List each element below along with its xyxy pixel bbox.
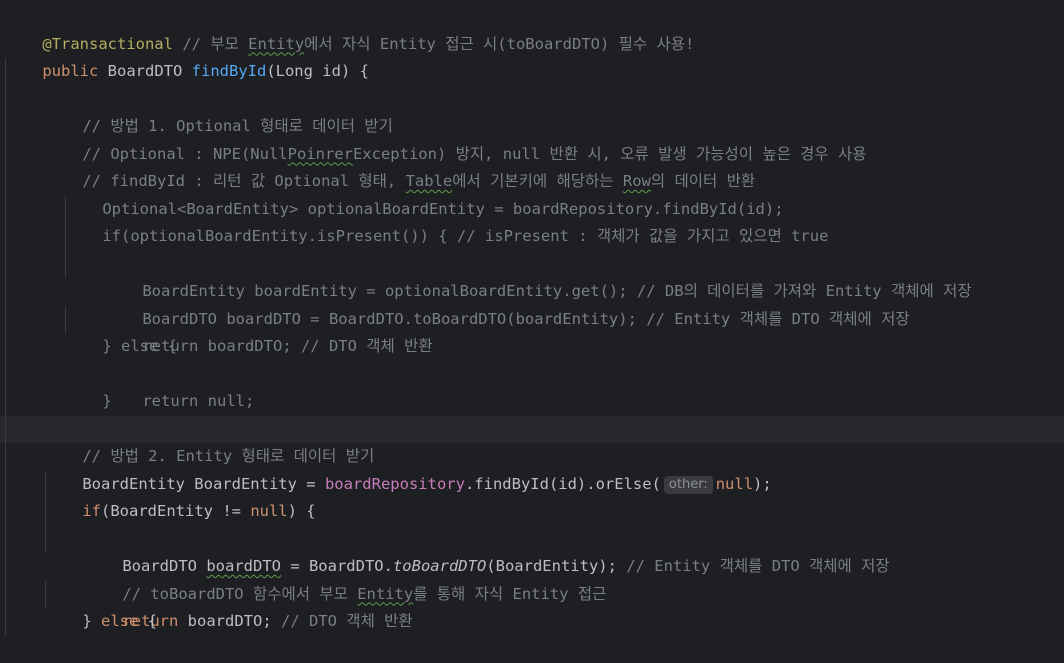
indent-guide [45, 470, 46, 498]
code-line-14[interactable] [0, 360, 1064, 388]
code-line-3[interactable]: // 방법 1. Optional 형태로 데이터 받기 [0, 58, 1064, 135]
code-line-15[interactable]: // 방법 2. Entity 형태로 데이터 받기 [0, 388, 1064, 465]
indent-guide [65, 195, 66, 223]
code-line-10[interactable]: return boardDTO; // DTO 객체 반환 [0, 250, 1064, 355]
indent-guide [5, 140, 6, 168]
indent-guide [5, 333, 6, 361]
indent-guide [45, 525, 46, 553]
code-line-16-current[interactable]: BoardEntity BoardEntity = boardRepositor… [0, 415, 1064, 494]
code-line-7[interactable]: if(optionalBoardEntity.isPresent()) { //… [0, 168, 1064, 245]
code-line-12[interactable]: return null; [0, 305, 1064, 410]
indent-guide [65, 250, 66, 278]
indent-guide [5, 388, 6, 416]
indent-guide [5, 250, 6, 278]
code-line-8[interactable]: BoardEntity boardEntity = optionalBoardE… [0, 195, 1064, 300]
indent-guide [5, 415, 6, 443]
code-line-5[interactable]: // findById : 리턴 값 Optional 형태, Table에서 … [0, 113, 1064, 190]
indent-guide [5, 553, 6, 581]
code-line-21[interactable]: } else { [0, 553, 1064, 630]
code-line-23[interactable]: } [0, 608, 1064, 636]
indent-guide [5, 360, 6, 388]
code-line-6[interactable]: Optional<BoardEntity> optionalBoardEntit… [0, 140, 1064, 218]
code-line-20[interactable]: return boardDTO; // DTO 객체 반환 [0, 525, 1064, 630]
indent-guide [65, 223, 66, 251]
code-editor[interactable]: @Transactional // 부모 Entity에서 자식 Entity … [0, 0, 1064, 663]
indent-guide [5, 113, 6, 141]
code-line-13[interactable]: } [0, 333, 1064, 410]
indent-guide [5, 168, 6, 196]
code-line-19[interactable]: // toBoardDTO 함수에서 부모 Entity를 통해 자식 Enti… [0, 498, 1064, 603]
indent-guide [5, 85, 6, 113]
indent-guide [5, 195, 6, 223]
indent-guide [5, 608, 6, 636]
code-line-17[interactable]: if(BoardEntity != null) { [0, 443, 1064, 520]
code-line-24[interactable]: } [0, 636, 1064, 663]
indent-guide [5, 525, 6, 553]
indent-guide [5, 470, 6, 498]
code-line-1[interactable]: @Transactional // 부모 Entity에서 자식 Entity … [0, 3, 1064, 53]
indent-guide [5, 498, 6, 526]
indent-guide [5, 580, 6, 608]
indent-guide [45, 498, 46, 526]
indent-guide [65, 305, 66, 333]
indent-guide [5, 443, 6, 471]
indent-guide [5, 58, 6, 86]
code-line-4[interactable]: // Optional : NPE(NullPoinrerException) … [0, 85, 1064, 163]
code-line-11[interactable]: } else { [0, 278, 1064, 355]
code-line-9[interactable]: BoardDTO boardDTO = BoardDTO.toBoardDTO(… [0, 223, 1064, 328]
indent-guide [5, 278, 6, 306]
indent-guide [5, 305, 6, 333]
indent-guide [45, 580, 46, 608]
code-line-22[interactable]: return null; [0, 580, 1064, 608]
code-line-2[interactable]: public BoardDTO findById(Long id) { [0, 31, 1064, 80]
code-line-18[interactable]: BoardDTO boardDTO = BoardDTO.toBoardDTO(… [0, 470, 1064, 575]
indent-guide [5, 223, 6, 251]
